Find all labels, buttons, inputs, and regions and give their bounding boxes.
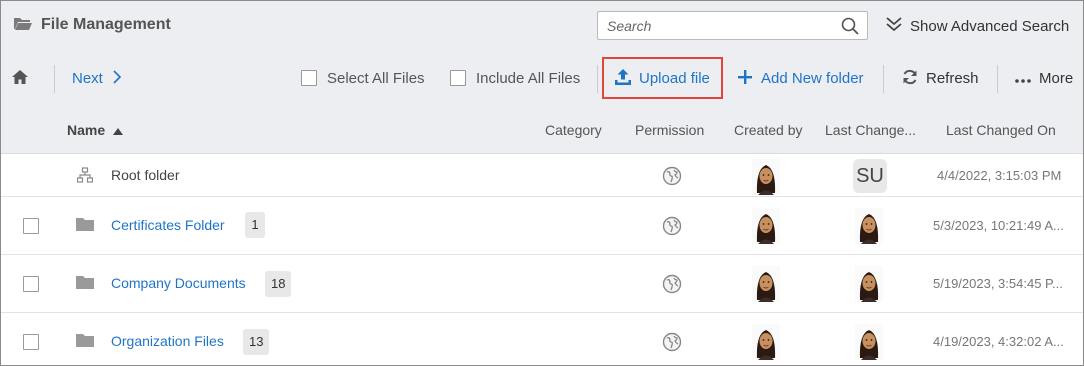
row-date: 5/3/2023, 10:21:49 A... — [933, 218, 1064, 233]
plus-icon — [737, 69, 753, 88]
count-badge: 18 — [265, 271, 292, 297]
search-icon[interactable] — [841, 17, 859, 38]
globe-icon — [662, 216, 682, 236]
row-checkbox-box[interactable] — [23, 276, 39, 292]
row-checkbox[interactable] — [23, 334, 39, 350]
folder-icon — [76, 333, 94, 347]
refresh-label[interactable]: Refresh — [926, 70, 979, 87]
include-all-files[interactable]: Include All Files — [450, 63, 580, 93]
toolbar-divider — [54, 65, 55, 93]
folder-link[interactable]: Organization Files — [111, 333, 224, 349]
avatar[interactable] — [855, 266, 883, 302]
column-header-name[interactable]: Name — [67, 122, 124, 138]
more-label[interactable]: More — [1039, 70, 1073, 87]
panel-title: File Management — [13, 15, 171, 34]
sort-asc-icon[interactable] — [113, 122, 124, 138]
ellipsis-icon — [1015, 70, 1031, 86]
column-header-last-changed-by[interactable]: Last Change... — [825, 122, 916, 138]
folder-link[interactable]: Certificates Folder — [111, 217, 225, 233]
globe-icon — [662, 332, 682, 352]
next-button[interactable]: Next — [72, 63, 122, 93]
add-new-folder-label[interactable]: Add New folder — [761, 70, 864, 87]
select-all-checkbox[interactable] — [301, 70, 317, 86]
table-row[interactable]: Organization Files 13 4/19/2023, 4:32:02… — [1, 313, 1083, 365]
globe-icon — [662, 274, 682, 294]
page-title: File Management — [41, 15, 171, 33]
toolbar-divider — [597, 65, 598, 93]
avatar[interactable] — [855, 208, 883, 244]
row-checkbox-box[interactable] — [23, 218, 39, 234]
column-header-created-by[interactable]: Created by — [734, 122, 802, 138]
upload-icon — [614, 68, 632, 89]
home-icon[interactable] — [11, 69, 29, 88]
show-advanced-search-button[interactable]: Show Advanced Search — [885, 15, 1069, 37]
sitemap-icon — [77, 167, 93, 183]
advanced-search-label: Show Advanced Search — [910, 17, 1070, 35]
refresh-icon — [902, 69, 918, 88]
row-name[interactable]: Root folder — [111, 167, 179, 183]
file-count: 13 — [243, 329, 270, 355]
row-checkbox-box[interactable] — [23, 334, 39, 350]
column-header-permission[interactable]: Permission — [635, 122, 704, 138]
avatar[interactable] — [752, 324, 780, 360]
home-button[interactable] — [11, 63, 29, 93]
table-row[interactable]: Root folder SU 4/4/2022, 3:15:03 PM — [1, 155, 1083, 197]
folder-icon — [76, 217, 94, 231]
include-all-label: Include All Files — [476, 69, 581, 87]
chevron-right-icon[interactable] — [112, 69, 122, 87]
table-row[interactable]: Certificates Folder 1 5/3/2023, 10:21:49… — [1, 197, 1083, 255]
table-row[interactable]: Company Documents 18 5/19/2023, 3:54:45 … — [1, 255, 1083, 313]
more-button[interactable]: More — [1015, 63, 1073, 93]
avatar[interactable] — [752, 159, 780, 195]
file-count: 1 — [245, 212, 265, 238]
row-checkbox[interactable] — [23, 218, 39, 234]
toolbar-divider — [997, 65, 998, 93]
column-header-category[interactable]: Category — [545, 122, 602, 138]
changed-by-badge[interactable]: SU — [853, 159, 887, 193]
row-date: 4/19/2023, 4:32:02 A... — [933, 334, 1064, 349]
select-all-files[interactable]: Select All Files — [301, 63, 425, 93]
count-badge: 13 — [243, 329, 270, 355]
avatar[interactable] — [752, 266, 780, 302]
select-all-label: Select All Files — [327, 69, 425, 87]
include-all-checkbox[interactable] — [450, 70, 466, 86]
avatar[interactable] — [752, 208, 780, 244]
folder-link[interactable]: Company Documents — [111, 275, 246, 291]
name-header-label[interactable]: Name — [67, 122, 105, 138]
avatar[interactable] — [855, 324, 883, 360]
user-initials: SU — [853, 159, 887, 193]
count-badge: 1 — [245, 212, 265, 238]
refresh-button[interactable]: Refresh — [902, 63, 979, 93]
globe-icon — [662, 166, 682, 186]
folder-icon — [76, 275, 94, 289]
row-checkbox[interactable] — [23, 276, 39, 292]
search-input[interactable] — [598, 17, 836, 34]
file-count: 18 — [265, 271, 292, 297]
row-date: 5/19/2023, 3:54:45 P... — [933, 276, 1063, 291]
search-box[interactable] — [597, 11, 868, 40]
add-new-folder-button[interactable]: Add New folder — [737, 63, 864, 93]
upload-file-button[interactable]: Upload file — [614, 63, 710, 93]
row-date: 4/4/2022, 3:15:03 PM — [937, 168, 1062, 183]
next-label[interactable]: Next — [72, 70, 103, 87]
column-header-last-changed-on[interactable]: Last Changed On — [946, 122, 1056, 138]
chevron-double-down-icon — [885, 15, 903, 37]
folder-open-icon — [13, 15, 33, 34]
toolbar-divider — [883, 65, 884, 93]
file-management-panel: File Management Show Advanced Search — [0, 0, 1084, 366]
upload-file-label[interactable]: Upload file — [639, 70, 710, 87]
